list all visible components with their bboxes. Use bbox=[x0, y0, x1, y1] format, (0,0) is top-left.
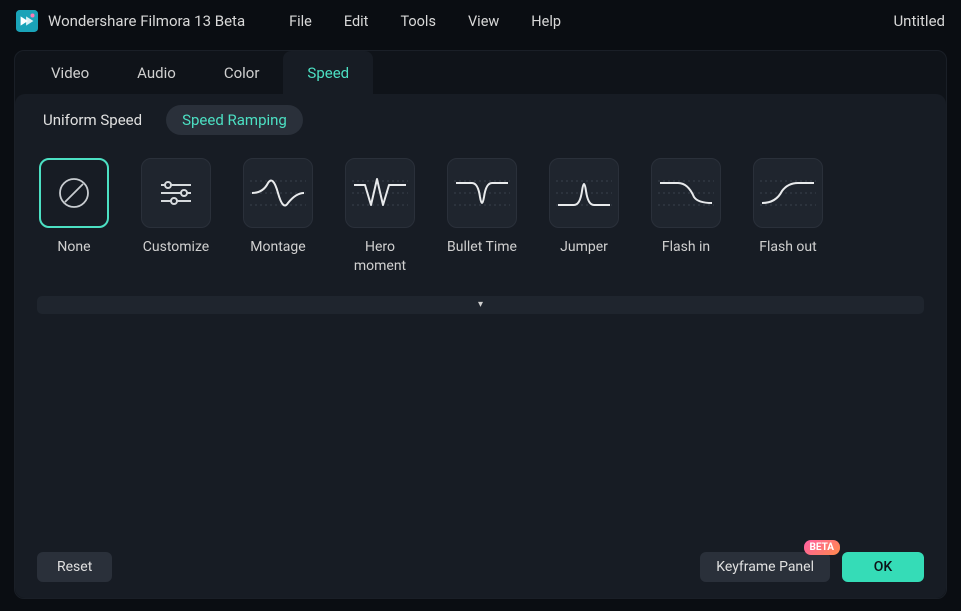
chevron-down-icon: ▾ bbox=[478, 299, 483, 310]
app-title: Wondershare Filmora 13 Beta bbox=[48, 12, 245, 30]
montage-curve-icon bbox=[243, 158, 313, 228]
tab-speed[interactable]: Speed bbox=[283, 51, 373, 95]
bullet-curve-icon bbox=[447, 158, 517, 228]
preset-jumper[interactable]: Jumper bbox=[547, 158, 621, 276]
sub-tabs: Uniform Speed Speed Ramping bbox=[15, 94, 946, 146]
subtab-uniform-speed[interactable]: Uniform Speed bbox=[43, 111, 142, 129]
menu-help[interactable]: Help bbox=[531, 13, 561, 30]
hero-curve-icon bbox=[345, 158, 415, 228]
presets-row: None Customize bbox=[15, 146, 946, 288]
preset-label: Bullet Time bbox=[447, 238, 517, 257]
ok-button[interactable]: OK bbox=[842, 552, 924, 582]
menu-edit[interactable]: Edit bbox=[344, 13, 369, 30]
preset-bullet-time[interactable]: Bullet Time bbox=[445, 158, 519, 276]
keyframe-panel-button[interactable]: Keyframe Panel BETA bbox=[700, 552, 830, 582]
subtab-speed-ramping[interactable]: Speed Ramping bbox=[166, 105, 303, 135]
project-title: Untitled bbox=[893, 12, 945, 30]
menu-tools[interactable]: Tools bbox=[400, 13, 436, 30]
preset-label: Flash out bbox=[759, 238, 816, 257]
preset-montage[interactable]: Montage bbox=[241, 158, 315, 276]
beta-badge: BETA bbox=[804, 540, 841, 555]
preset-flash-out[interactable]: Flash out bbox=[751, 158, 825, 276]
expand-bar[interactable]: ▾ bbox=[37, 296, 924, 314]
menu-file[interactable]: File bbox=[289, 13, 312, 30]
reset-button[interactable]: Reset bbox=[37, 552, 112, 582]
preset-label: Hero moment bbox=[343, 238, 417, 276]
footer: Reset Keyframe Panel BETA OK bbox=[15, 540, 946, 598]
keyframe-panel-label: Keyframe Panel bbox=[716, 559, 814, 575]
tab-audio[interactable]: Audio bbox=[113, 51, 200, 95]
preset-none[interactable]: None bbox=[37, 158, 111, 276]
speed-panel: Video Audio Color Speed Uniform Speed Sp… bbox=[14, 50, 947, 599]
preset-flash-in[interactable]: Flash in bbox=[649, 158, 723, 276]
preset-label: Customize bbox=[143, 238, 209, 257]
preset-label: Montage bbox=[250, 238, 305, 257]
preset-label: None bbox=[57, 238, 90, 257]
tab-video[interactable]: Video bbox=[27, 51, 113, 95]
jumper-curve-icon bbox=[549, 158, 619, 228]
app-logo-icon bbox=[16, 10, 38, 32]
flashin-curve-icon bbox=[651, 158, 721, 228]
preset-customize[interactable]: Customize bbox=[139, 158, 213, 276]
main-tabs: Video Audio Color Speed bbox=[15, 51, 946, 95]
preset-label: Flash in bbox=[662, 238, 710, 257]
preset-label: Jumper bbox=[560, 238, 608, 257]
tab-color[interactable]: Color bbox=[200, 51, 284, 95]
none-icon bbox=[39, 158, 109, 228]
flashout-curve-icon bbox=[753, 158, 823, 228]
menubar: Wondershare Filmora 13 Beta File Edit To… bbox=[0, 0, 961, 42]
preset-hero-moment[interactable]: Hero moment bbox=[343, 158, 417, 276]
panel-body: Uniform Speed Speed Ramping None bbox=[15, 94, 946, 598]
menu-view[interactable]: View bbox=[468, 13, 499, 30]
sliders-icon bbox=[141, 158, 211, 228]
